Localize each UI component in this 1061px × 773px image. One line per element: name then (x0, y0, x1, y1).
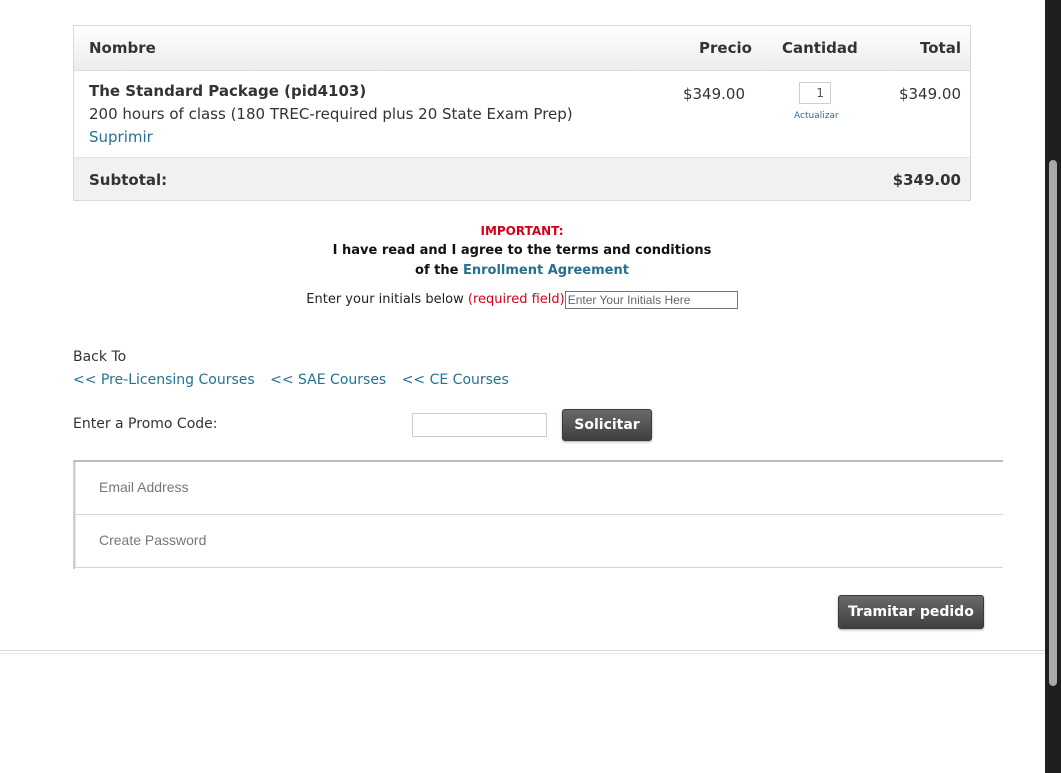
back-to-label: Back To (73, 349, 127, 365)
header-name: Nombre (89, 39, 156, 57)
initials-row: Enter your initials below (required fiel… (73, 290, 971, 310)
initials-input[interactable] (564, 290, 738, 309)
initials-label: Enter your initials below (306, 292, 464, 307)
agreement-line-2: of the Enrollment Agreement (73, 261, 971, 281)
subtotal-value: $349.00 (892, 171, 961, 189)
header-price: Precio (699, 39, 752, 57)
sae-courses-link[interactable]: << SAE Courses (270, 372, 386, 388)
footer-divider (0, 650, 1045, 654)
promo-code-input[interactable] (412, 413, 547, 437)
quantity-input[interactable] (799, 82, 831, 104)
scrollbar-thumb[interactable] (1049, 160, 1057, 686)
password-field-row (75, 515, 1003, 568)
promo-code-label: Enter a Promo Code: (73, 416, 218, 432)
checkout-button[interactable]: Tramitar pedido (838, 595, 984, 629)
email-field-row (75, 462, 1003, 515)
agreement-line-1: I have read and I agree to the terms and… (332, 243, 712, 258)
cart-header-row: Nombre Precio Cantidad Total (74, 26, 970, 71)
apply-promo-button[interactable]: Solicitar (562, 409, 652, 441)
item-total: $349.00 (898, 85, 961, 103)
remove-item-link[interactable]: Suprimir (89, 128, 153, 146)
email-field[interactable] (97, 478, 501, 496)
agreement-prefix: of the (415, 263, 459, 278)
password-field[interactable] (97, 531, 501, 549)
update-quantity-link[interactable]: Actualizar (794, 111, 839, 121)
vertical-scrollbar[interactable] (1045, 0, 1061, 773)
cart-item-row: The Standard Package (pid4103) 200 hours… (74, 71, 970, 158)
back-to-section: Back To << Pre-Licensing Courses << SAE … (73, 346, 520, 392)
back-to-links: << Pre-Licensing Courses << SAE Courses … (73, 369, 520, 392)
header-total: Total (920, 39, 961, 57)
required-field-label: (required field) (467, 292, 565, 307)
agreement-section: IMPORTANT: I have read and I agree to th… (73, 221, 971, 310)
header-quantity: Cantidad (782, 39, 858, 57)
subtotal-label: Subtotal: (89, 171, 168, 189)
enrollment-agreement-link[interactable]: Enrollment Agreement (463, 263, 629, 278)
item-title: The Standard Package (pid4103) (89, 82, 367, 100)
item-description: 200 hours of class (180 TREC-required pl… (89, 105, 573, 123)
cart-page: Nombre Precio Cantidad Total The Standar… (0, 0, 1061, 773)
item-price: $349.00 (682, 85, 745, 103)
ce-courses-link[interactable]: << CE Courses (402, 372, 509, 388)
important-label: IMPORTANT: (480, 224, 564, 238)
pre-licensing-courses-link[interactable]: << Pre-Licensing Courses (73, 372, 255, 388)
cart-table: Nombre Precio Cantidad Total The Standar… (73, 25, 971, 201)
cart-subtotal-row: Subtotal: $349.00 (74, 158, 970, 200)
account-form (73, 460, 1003, 569)
